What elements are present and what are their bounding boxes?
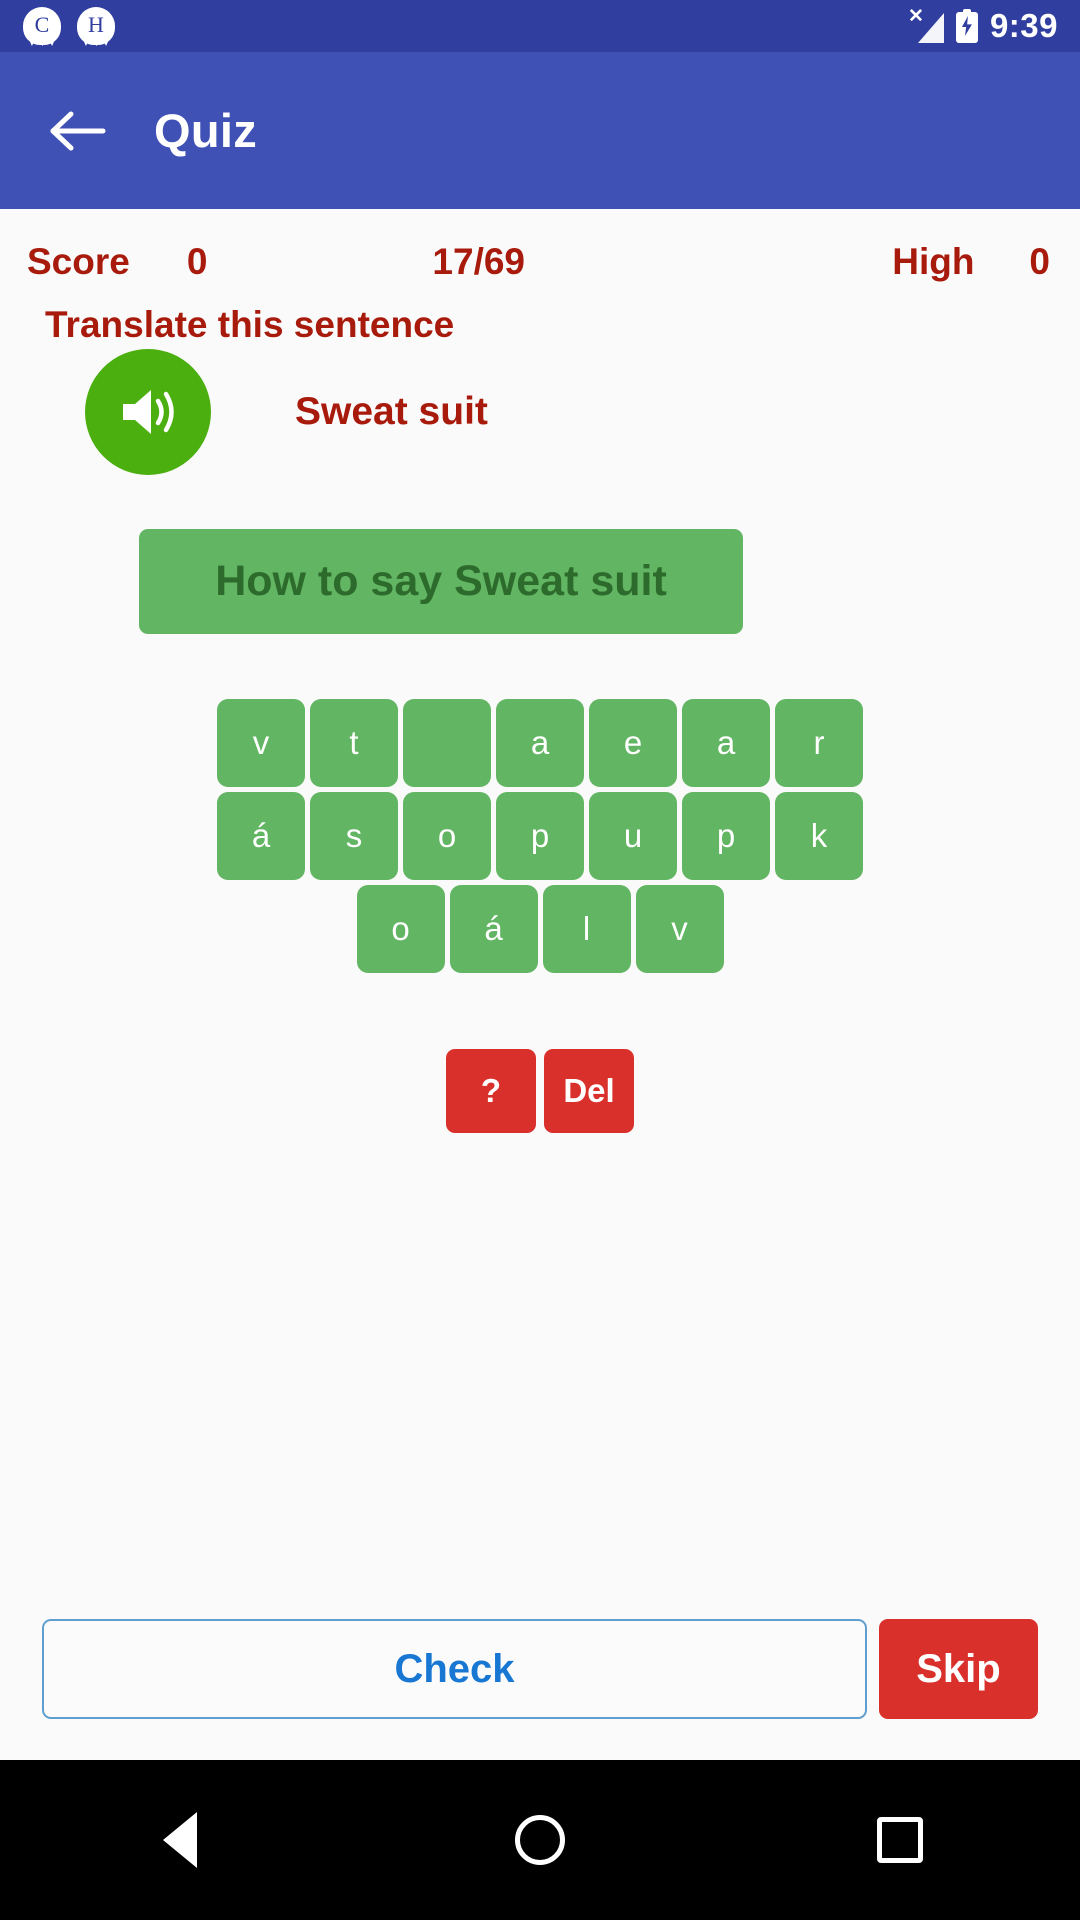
quiz-content: Score 0 17/69 High 0 Translate this sent… — [0, 209, 1080, 1760]
nav-home-icon[interactable] — [480, 1780, 600, 1900]
score-label: Score — [27, 241, 130, 282]
back-arrow-icon[interactable] — [46, 99, 110, 163]
letter-tile[interactable]: l — [542, 885, 631, 973]
chat-notification-icon: C — [22, 6, 62, 46]
tile-row: v t a e a r — [0, 699, 1080, 787]
score-bar: Score 0 17/69 High 0 — [0, 241, 1080, 283]
letter-tile[interactable]: á — [449, 885, 538, 973]
letter-tile[interactable]: k — [775, 792, 863, 880]
chat-notification-icon: H — [76, 6, 116, 46]
prompt-row: Sweat suit — [85, 349, 488, 475]
letter-tile[interactable]: á — [217, 792, 305, 880]
status-bar-notifications: C H — [22, 6, 116, 46]
letter-tile[interactable]: a — [682, 699, 770, 787]
tile-row: á s o p u p k — [0, 792, 1080, 880]
letter-tile[interactable]: p — [682, 792, 770, 880]
letter-tile[interactable] — [403, 699, 491, 787]
quiz-screen: C H ✕ 9:39 Quiz Score 0 17/69 High 0 Tra… — [0, 0, 1080, 1920]
letter-tile[interactable]: p — [496, 792, 584, 880]
chat-notification-letter: H — [88, 11, 104, 37]
app-bar: Quiz — [0, 52, 1080, 209]
letter-tile[interactable]: t — [310, 699, 398, 787]
question-progress: 17/69 — [432, 241, 526, 282]
android-navigation-bar — [0, 1760, 1080, 1920]
nav-recents-icon[interactable] — [840, 1780, 960, 1900]
letter-tile[interactable]: u — [589, 792, 677, 880]
instruction-text: Translate this sentence — [45, 304, 455, 345]
letter-tile[interactable]: r — [775, 699, 863, 787]
score-value: 0 — [186, 241, 208, 282]
page-title: Quiz — [154, 104, 258, 157]
nav-back-icon[interactable] — [120, 1780, 240, 1900]
chat-notification-letter: C — [34, 11, 50, 37]
footer-actions: Check Skip — [0, 1619, 1080, 1719]
letter-tile[interactable]: a — [496, 699, 584, 787]
skip-button[interactable]: Skip — [879, 1619, 1038, 1719]
check-button[interactable]: Check — [42, 1619, 867, 1719]
letter-tile[interactable]: s — [310, 792, 398, 880]
letter-tile[interactable]: o — [403, 792, 491, 880]
keyboard-action-row: ? Del — [0, 1049, 1080, 1133]
status-bar-system-icons: ✕ 9:39 — [908, 7, 1058, 45]
high-score-value: 0 — [1029, 241, 1050, 282]
letter-tile[interactable]: o — [356, 885, 445, 973]
status-bar: C H ✕ 9:39 — [0, 0, 1080, 52]
letter-tile[interactable]: v — [635, 885, 724, 973]
prompt-word: Sweat suit — [295, 390, 488, 433]
hint-button[interactable]: ? — [446, 1049, 536, 1133]
speaker-volume-icon[interactable] — [85, 349, 211, 475]
delete-button[interactable]: Del — [544, 1049, 634, 1133]
letter-tile[interactable]: v — [217, 699, 305, 787]
high-score-label: High — [892, 241, 975, 282]
status-bar-clock: 9:39 — [989, 7, 1058, 44]
tile-row: o á l v — [0, 885, 1080, 973]
letter-tile[interactable]: e — [589, 699, 677, 787]
signal-no-service-icon: ✕ — [908, 7, 944, 43]
answer-input-box[interactable]: How to say Sweat suit — [139, 529, 743, 634]
letter-tile-keyboard: v t a e a r á s o p u p k o á l v — [0, 699, 1080, 978]
battery-charging-icon — [955, 9, 978, 43]
